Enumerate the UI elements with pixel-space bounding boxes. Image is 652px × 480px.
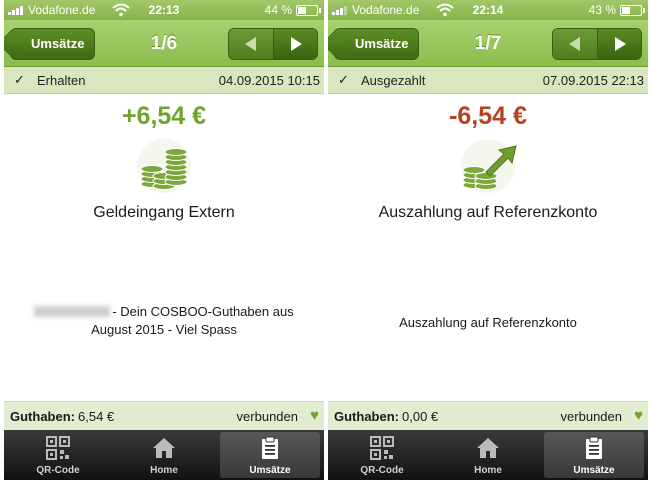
checkmark-icon: ✓ — [14, 72, 25, 87]
balance-value: 6,54 € — [78, 409, 115, 424]
balance-bar: Guthaben: 6,54 € verbunden ♥ — [4, 401, 324, 430]
redacted-reference — [34, 306, 111, 317]
balance-label: Guthaben: — [334, 409, 399, 424]
tab-label: QR-Code — [36, 465, 80, 476]
transaction-detail-screen-left: Vodafone.de 22:13 44 % Umsätze 1/6 ✓ Erh… — [4, 0, 324, 480]
tab-bar: QR-Code Home Umsätze — [4, 430, 324, 480]
battery-icon — [296, 5, 321, 16]
arrow-right-icon — [290, 37, 302, 51]
tab-home[interactable]: Home — [438, 432, 538, 478]
pager-control — [228, 28, 318, 60]
previous-button[interactable] — [229, 29, 274, 59]
description-line-2: August 2015 - Viel Spass — [91, 322, 237, 337]
status-bar: Vodafone.de 22:14 43 % — [328, 0, 648, 20]
connection-status: verbunden — [236, 409, 298, 424]
back-button-umsaetze[interactable]: Umsätze — [10, 28, 96, 60]
transaction-description: - Dein COSBOO-Guthaben aus August 2015 -… — [24, 303, 304, 339]
tab-bar: QR-Code Home Umsätze — [328, 430, 648, 480]
navigation-bar: Umsätze 1/7 — [328, 20, 648, 67]
tab-umsaetze[interactable]: Umsätze — [220, 432, 320, 478]
transaction-date: 07.09.2015 22:13 — [542, 73, 644, 88]
transaction-status: Ausgezahlt — [361, 73, 426, 88]
tab-label: QR-Code — [360, 465, 404, 476]
transaction-amount: +6,54 € — [121, 102, 207, 130]
page-position-title: 1/7 — [474, 33, 502, 54]
coins-stack-icon — [137, 139, 191, 193]
battery-icon — [620, 5, 645, 16]
coins-payout-arrow-icon — [461, 139, 517, 193]
transaction-status-row: ✓ Ausgezahlt 07.09.2015 22:13 — [328, 67, 648, 94]
clipboard-icon — [586, 436, 602, 459]
transaction-title: Auszahlung auf Referenzkonto — [378, 204, 598, 221]
balance-bar: Guthaben: 0,00 € verbunden ♥ — [328, 401, 648, 430]
tab-qr-code[interactable]: QR-Code — [8, 432, 108, 478]
transaction-title: Geldeingang Extern — [93, 204, 235, 221]
back-button-umsaetze[interactable]: Umsätze — [334, 28, 420, 60]
heart-icon: ♥ — [310, 407, 319, 424]
transaction-date: 04.09.2015 10:15 — [218, 73, 320, 88]
home-icon — [153, 438, 175, 458]
qr-code-icon — [46, 436, 70, 460]
heart-icon: ♥ — [634, 407, 643, 424]
battery-percentage: 43 % — [588, 3, 616, 17]
status-bar: Vodafone.de 22:13 44 % — [4, 0, 324, 20]
arrow-left-icon — [569, 37, 580, 51]
tab-label: Umsätze — [249, 465, 291, 476]
description-line-1: - Dein COSBOO-Guthaben aus — [112, 304, 294, 319]
home-icon — [477, 438, 499, 458]
arrow-left-icon — [245, 37, 256, 51]
clipboard-icon — [262, 436, 278, 459]
tab-umsaetze[interactable]: Umsätze — [544, 432, 644, 478]
tab-qr-code[interactable]: QR-Code — [332, 432, 432, 478]
transaction-status: Erhalten — [37, 73, 86, 88]
arrow-right-icon — [614, 37, 626, 51]
tab-label: Home — [474, 465, 502, 476]
page-position-title: 1/6 — [150, 33, 178, 54]
balance-value: 0,00 € — [402, 409, 439, 424]
tab-home[interactable]: Home — [114, 432, 214, 478]
transaction-detail-screen-right: Vodafone.de 22:14 43 % Umsätze 1/7 ✓ Aus… — [328, 0, 648, 480]
previous-button[interactable] — [553, 29, 598, 59]
next-button[interactable] — [597, 29, 641, 59]
connection-status: verbunden — [560, 409, 622, 424]
pager-control — [552, 28, 642, 60]
next-button[interactable] — [273, 29, 317, 59]
tab-label: Home — [150, 465, 178, 476]
transaction-amount: -6,54 € — [449, 102, 527, 130]
transaction-description: Auszahlung auf Referenzkonto — [399, 315, 577, 330]
checkmark-icon: ✓ — [338, 72, 349, 87]
transaction-status-row: ✓ Erhalten 04.09.2015 10:15 — [4, 67, 324, 94]
balance-label: Guthaben: — [10, 409, 75, 424]
battery-percentage: 44 % — [264, 3, 292, 17]
qr-code-icon — [370, 436, 394, 460]
tab-label: Umsätze — [573, 465, 615, 476]
navigation-bar: Umsätze 1/6 — [4, 20, 324, 67]
